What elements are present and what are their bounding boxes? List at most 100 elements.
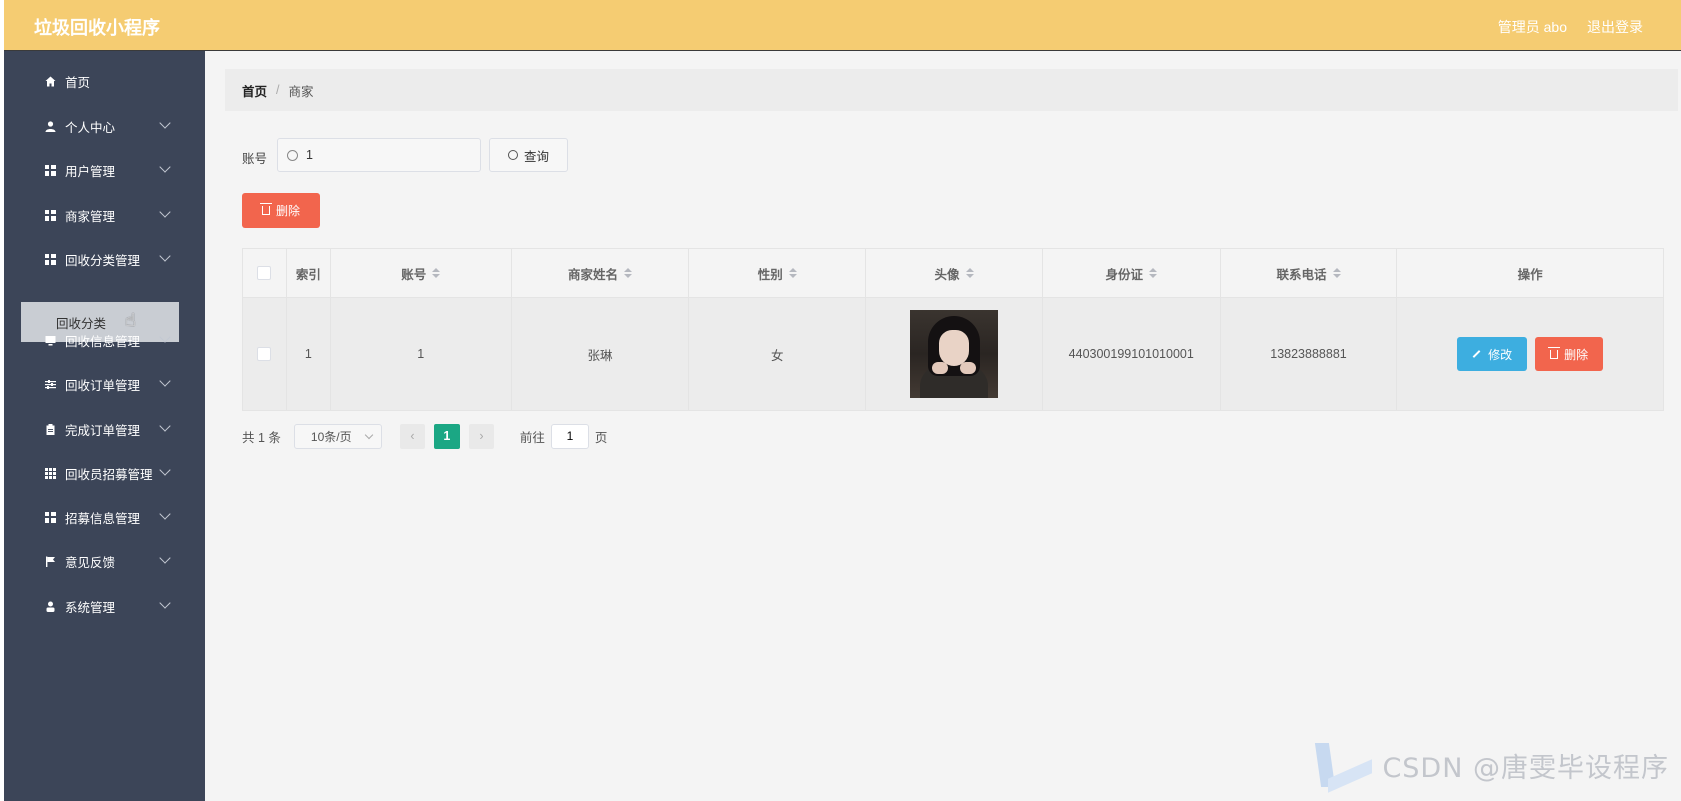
- account-search-input[interactable]: [304, 147, 468, 163]
- chevron-down-icon: [159, 597, 171, 609]
- sidebar-item-recycle-info-management[interactable]: 回收信息管理: [4, 320, 205, 360]
- query-button[interactable]: 查询: [489, 138, 568, 172]
- edit-icon: [1472, 350, 1481, 358]
- sidebar-item-label: 招募信息管理: [65, 511, 141, 526]
- logout-link[interactable]: 退出登录: [1587, 17, 1643, 37]
- column-header-id-card[interactable]: 身份证: [1043, 249, 1221, 297]
- select-all-checkbox[interactable]: [257, 266, 272, 280]
- table-row: 1 1 张琳 女 440300199101010001 13823888881 …: [243, 297, 1663, 410]
- chevron-down-icon: [159, 117, 171, 129]
- row-delete-button[interactable]: 删除: [1535, 337, 1604, 371]
- sidebar-item-system-management[interactable]: 系统管理: [4, 586, 205, 626]
- sidebar-item-completed-order-management[interactable]: 完成订单管理: [4, 409, 205, 449]
- user-icon: [44, 120, 56, 132]
- chevron-down-icon: [159, 464, 171, 476]
- search-icon: [287, 149, 298, 161]
- trash-icon: [1548, 346, 1561, 359]
- chevron-down-icon: [159, 508, 171, 520]
- chevron-down-icon: [159, 250, 171, 262]
- watermark: CSDN @唐雯毕设程序: [1314, 743, 1669, 793]
- cell-gender: 女: [689, 298, 867, 410]
- edit-button[interactable]: 修改: [1457, 337, 1528, 371]
- sidebar-item-label: 回收分类管理: [65, 253, 141, 268]
- column-header-account[interactable]: 账号: [331, 249, 512, 297]
- sidebar-item-recruit-info-management[interactable]: 招募信息管理: [4, 497, 205, 537]
- account-search-field[interactable]: [277, 138, 481, 172]
- sidebar-item-feedback[interactable]: 意见反馈: [4, 541, 205, 581]
- sidebar-item-merchant-management[interactable]: 商家管理: [4, 195, 205, 235]
- cell-account: 1: [331, 298, 512, 410]
- chevron-down-icon: [159, 552, 171, 564]
- column-header-avatar[interactable]: 头像: [866, 249, 1043, 297]
- cell-actions: 修改 删除: [1397, 298, 1663, 410]
- edit-button-label: 修改: [1488, 347, 1513, 362]
- column-header-gender[interactable]: 性别: [689, 249, 867, 297]
- sort-icon[interactable]: [965, 268, 974, 278]
- watermark-text: CSDN @唐雯毕设程序: [1382, 752, 1669, 784]
- prev-page-button[interactable]: ‹: [399, 423, 425, 449]
- sort-icon[interactable]: [788, 268, 797, 278]
- sidebar-item-label: 回收信息管理: [65, 334, 141, 349]
- page-suffix: 页: [594, 430, 608, 445]
- sliders-icon: [44, 378, 56, 390]
- sidebar-item-label: 回收订单管理: [65, 378, 141, 393]
- main-content: 首页 / 商家 账号 查询 删除 索引 账号 商家姓名 性别 头像 身份证 联系…: [205, 51, 1681, 801]
- sidebar-item-label: 个人中心: [65, 120, 116, 135]
- sort-icon[interactable]: [1149, 268, 1157, 278]
- sort-icon[interactable]: [432, 268, 441, 278]
- merchant-table: 索引 账号 商家姓名 性别 头像 身份证 联系电话 操作 1 1 张琳 女 44…: [242, 248, 1664, 411]
- grid-icon: [44, 511, 56, 523]
- sidebar-item-recycle-category-management[interactable]: 回收分类管理: [4, 239, 205, 279]
- row-checkbox[interactable]: [257, 347, 272, 361]
- page-number-current[interactable]: 1: [433, 423, 460, 449]
- delete-button-label: 删除: [275, 204, 300, 218]
- chevron-down-icon: [159, 206, 171, 218]
- avatar[interactable]: [910, 310, 998, 398]
- breadcrumb-home[interactable]: 首页: [242, 81, 267, 100]
- sidebar-item-user-management[interactable]: 用户管理: [4, 150, 205, 190]
- breadcrumb-current: 商家: [288, 84, 314, 99]
- row-select-cell: [243, 298, 287, 410]
- chevron-down-icon: [364, 430, 374, 439]
- chevron-down-icon: [159, 420, 171, 432]
- sort-icon[interactable]: [1332, 268, 1341, 278]
- cell-avatar: [866, 298, 1043, 410]
- person-icon: [44, 600, 56, 612]
- goto-page-input[interactable]: [550, 423, 589, 449]
- home-icon: [44, 75, 56, 87]
- sidebar-item-recycle-order-management[interactable]: 回收订单管理: [4, 364, 205, 404]
- search-label: 账号: [242, 152, 268, 166]
- sidebar-item-label: 完成订单管理: [65, 423, 141, 438]
- chevron-down-icon: [159, 161, 171, 173]
- query-button-label: 查询: [523, 149, 549, 164]
- clipboard-icon: [44, 423, 56, 435]
- cell-id-card: 440300199101010001: [1043, 298, 1221, 410]
- sidebar-item-personal-center[interactable]: 个人中心: [4, 106, 205, 146]
- column-header-merchant-name[interactable]: 商家姓名: [512, 249, 690, 297]
- sidebar-item-label: 用户管理: [65, 164, 116, 179]
- trash-icon: [259, 203, 272, 215]
- breadcrumb: 首页 / 商家: [225, 69, 1678, 111]
- cell-phone: 13823888881: [1221, 298, 1398, 410]
- breadcrumb-separator: /: [276, 83, 280, 97]
- sidebar-item-label: 回收员招募管理: [65, 467, 153, 482]
- grid-icon: [44, 164, 56, 176]
- sort-icon[interactable]: [624, 268, 632, 278]
- batch-delete-button[interactable]: 删除: [242, 193, 320, 228]
- top-bar: 垃圾回收小程序 管理员 abo 退出登录: [4, 0, 1681, 51]
- page-size-select[interactable]: 10条/页: [293, 423, 382, 449]
- column-header-index: 索引: [287, 249, 331, 297]
- column-header-phone[interactable]: 联系电话: [1221, 249, 1398, 297]
- pagination-total: 共 1 条: [242, 430, 281, 445]
- sidebar-item-recruiter-management[interactable]: 回收员招募管理: [4, 453, 205, 493]
- monitor-icon: [44, 334, 56, 346]
- csdn-logo-icon: [1314, 743, 1373, 793]
- grid-icon: [44, 209, 56, 221]
- header-select-all: [243, 249, 287, 297]
- sidebar-item-label: 首页: [65, 75, 91, 90]
- grid9-icon: [44, 467, 56, 479]
- sidebar-item-home[interactable]: 首页: [4, 61, 205, 101]
- next-page-button[interactable]: ›: [468, 423, 494, 449]
- sidebar-item-label: 意见反馈: [65, 555, 116, 570]
- search-icon: [507, 150, 518, 160]
